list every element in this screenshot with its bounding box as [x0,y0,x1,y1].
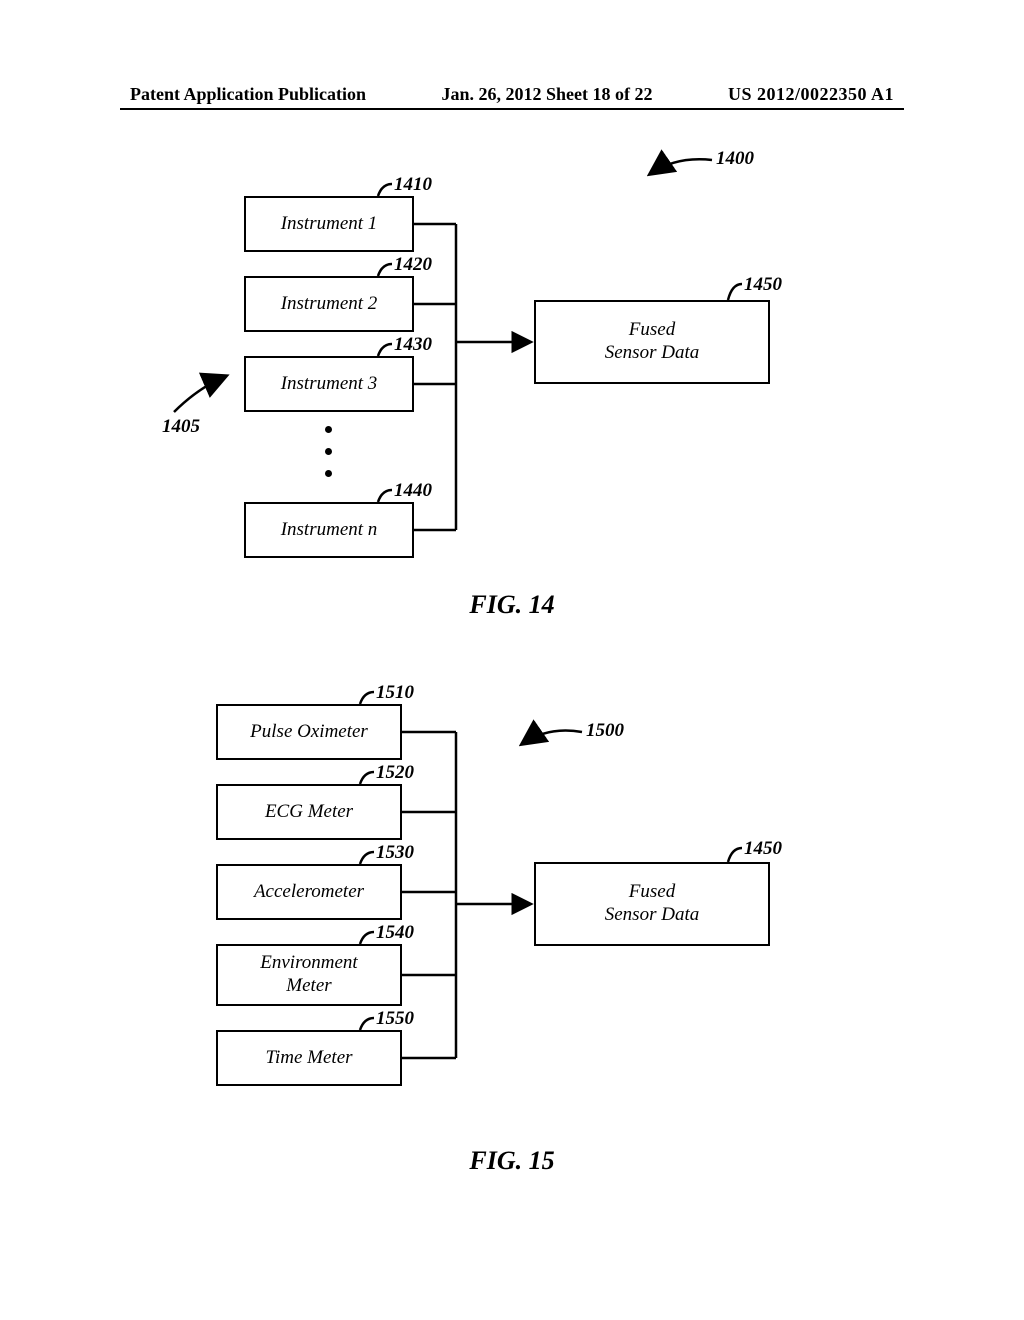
fig15-environment-meter: Environment Meter [216,944,402,1006]
label-1520: 1520 [376,762,414,784]
ellipsis-dot [325,470,332,477]
fig14-instrument-1: Instrument 1 [244,196,414,252]
ellipsis-dot [325,448,332,455]
ellipsis-dot [325,426,332,433]
label-1550: 1550 [376,1008,414,1030]
label-1500: 1500 [586,720,624,742]
fig15-pulse-oximeter: Pulse Oximeter [216,704,402,760]
fig15-time-meter: Time Meter [216,1030,402,1086]
fig15-fused-box: Fused Sensor Data [534,862,770,946]
fig14-caption: FIG. 14 [0,590,1024,620]
label-1440: 1440 [394,480,432,502]
label-1430: 1430 [394,334,432,356]
label-1540: 1540 [376,922,414,944]
label-1450-a: 1450 [744,274,782,296]
fig15-ecg-meter: ECG Meter [216,784,402,840]
label-1510: 1510 [376,682,414,704]
label-1530: 1530 [376,842,414,864]
diagram-area: Instrument 1 Instrument 2 Instrument 3 I… [0,0,1024,1320]
fig14-instrument-2: Instrument 2 [244,276,414,332]
connectors [0,0,1024,1320]
fig15-accelerometer: Accelerometer [216,864,402,920]
fig14-instrument-n: Instrument n [244,502,414,558]
fig14-fused-box: Fused Sensor Data [534,300,770,384]
label-1420: 1420 [394,254,432,276]
label-1450-b: 1450 [744,838,782,860]
label-1410: 1410 [394,174,432,196]
label-1405: 1405 [162,416,200,438]
fig15-caption: FIG. 15 [0,1146,1024,1176]
fig14-instrument-3: Instrument 3 [244,356,414,412]
label-1400: 1400 [716,148,754,170]
